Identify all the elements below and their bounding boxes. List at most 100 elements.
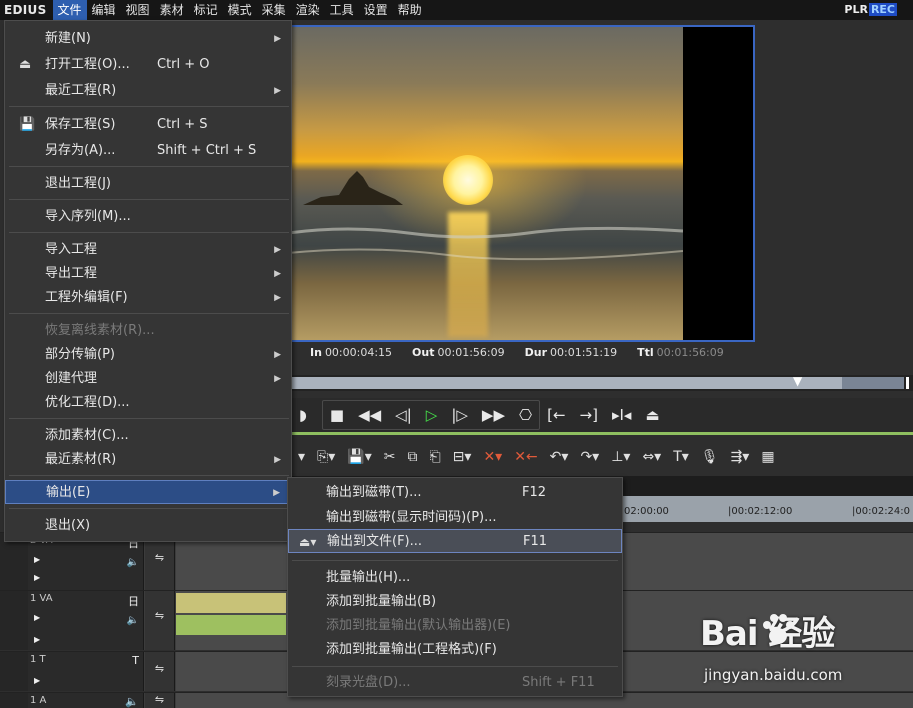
sync-lock-icon[interactable]: ⇋	[145, 693, 175, 708]
menu-item-import-sequence[interactable]: 导入序列(M)...	[5, 205, 291, 229]
track-side	[0, 693, 28, 708]
menu-item-save-as[interactable]: 另存为(A)... Shift + Ctrl + S	[5, 139, 291, 163]
next-edit-icon[interactable]: →]	[573, 400, 605, 430]
menu-edit[interactable]: 编辑	[87, 0, 121, 20]
paste-icon[interactable]: ⎗	[423, 442, 446, 472]
fast-forward-icon[interactable]: ▶▶	[475, 400, 512, 430]
step-back-icon[interactable]: ◁|	[388, 400, 419, 430]
paste-insert-icon[interactable]: ⊟▾	[447, 442, 478, 472]
delete-icon[interactable]: ✕▾	[477, 442, 508, 472]
menu-item-label: 输出到磁带(T)...	[326, 485, 422, 500]
menu-separator	[9, 232, 289, 233]
menu-settings[interactable]: 设置	[359, 0, 393, 20]
menu-mode[interactable]: 模式	[223, 0, 257, 20]
sequence-icon[interactable]: ⇶▾	[725, 442, 756, 472]
menu-item-export-project[interactable]: 导出工程 ▶	[5, 262, 291, 286]
menu-file[interactable]: 文件	[52, 0, 87, 20]
scrub-track-out[interactable]	[842, 377, 904, 389]
menu-item-create-proxy[interactable]: 创建代理 ▶	[5, 367, 291, 391]
title-icon[interactable]: T▾	[667, 442, 695, 472]
play-icon[interactable]: ▷	[419, 400, 445, 430]
submenu-arrow-icon: ▶	[274, 245, 281, 255]
track-header[interactable]: 1 VA 日 🔈 ▶ ▶	[28, 591, 144, 650]
video-mute-icon[interactable]: 日	[128, 593, 139, 609]
track-header[interactable]: 1 A 🔈	[28, 693, 144, 708]
menu-item-label: 添加到批量输出(B)	[326, 594, 437, 609]
title-track-icon[interactable]: T	[132, 654, 139, 667]
out-value: 00:01:56:09	[437, 346, 505, 359]
prev-edit-icon[interactable]: [←	[540, 400, 572, 430]
expand-arrow-icon[interactable]: ▶	[34, 635, 40, 644]
waves	[288, 226, 683, 261]
cut-icon[interactable]: ✂	[378, 442, 402, 472]
menu-item-add-clip[interactable]: 添加素材(C)...	[5, 424, 291, 448]
expand-arrow-icon[interactable]: ▶	[34, 573, 40, 582]
preview-image	[288, 27, 683, 340]
step-forward-icon[interactable]: |▷	[444, 400, 475, 430]
submenu-item-batch-output[interactable]: 批量输出(H)...	[288, 566, 622, 590]
speaker-icon[interactable]: 🔈	[125, 695, 139, 708]
rewind-icon[interactable]: ◀◀	[351, 400, 388, 430]
submenu-item-output-to-tape[interactable]: 输出到磁带(T)... F12	[288, 481, 622, 505]
menu-item-open-project[interactable]: ⏏ 打开工程(O)... Ctrl + O	[5, 53, 291, 77]
plr-rec-toggle[interactable]: PLR REC	[843, 3, 897, 16]
expand-arrow-icon[interactable]: ▶	[34, 555, 40, 564]
open-project-icon[interactable]: ⎘▾	[311, 442, 341, 472]
menu-render[interactable]: 渲染	[291, 0, 325, 20]
undo-icon[interactable]: ↶▾	[544, 442, 575, 472]
menu-item-optimize-project[interactable]: 优化工程(D)...	[5, 391, 291, 415]
menu-item-partial-transfer[interactable]: 部分传输(P) ▶	[5, 343, 291, 367]
insert-icon[interactable]: ▸I◂	[605, 400, 638, 430]
menu-item-exit[interactable]: 退出(X)	[5, 514, 291, 538]
menu-item-save-project[interactable]: 💾 保存工程(S) Ctrl + S	[5, 113, 291, 137]
preview-monitor[interactable]	[286, 25, 755, 342]
menu-marker[interactable]: 标记	[189, 0, 223, 20]
menu-view[interactable]: 视图	[121, 0, 155, 20]
stop-icon[interactable]: ■	[323, 400, 351, 430]
menu-item-label: 导出工程	[45, 266, 98, 281]
microphone-icon[interactable]: 🎙	[695, 442, 725, 472]
playhead-handle-icon[interactable]: ▼	[793, 374, 802, 388]
video-clip[interactable]	[176, 593, 286, 613]
split-icon[interactable]: ⊥▾	[605, 442, 636, 472]
export-icon[interactable]: ⏏	[638, 400, 666, 430]
ripple-delete-icon[interactable]: ✕←	[508, 442, 543, 472]
menu-item-recent-clip[interactable]: 最近素材(R) ▶	[5, 448, 291, 472]
track-header[interactable]: 1 T T ▶	[28, 652, 144, 691]
loop-icon[interactable]: ⎔	[512, 400, 539, 430]
menu-clip[interactable]: 素材	[155, 0, 189, 20]
rec-label[interactable]: REC	[868, 3, 897, 16]
save-icon[interactable]: 💾▾	[341, 442, 377, 472]
redo-icon[interactable]: ↷▾	[574, 442, 605, 472]
audio-clip[interactable]	[176, 615, 286, 635]
scrub-track[interactable]	[292, 377, 842, 389]
speaker-icon[interactable]: 🔈	[127, 615, 139, 626]
sync-lock-icon[interactable]: ⇋	[145, 591, 175, 650]
expand-arrow-icon[interactable]: ▶	[34, 676, 40, 685]
position-scrubber[interactable]: ▼	[292, 374, 913, 391]
menu-tools[interactable]: 工具	[325, 0, 359, 20]
menu-item-new[interactable]: 新建(N) ▶	[5, 27, 291, 51]
menu-item-label: 输出到文件(F)...	[327, 534, 423, 549]
submenu-item-add-to-batch[interactable]: 添加到批量输出(B)	[288, 590, 622, 614]
speaker-icon[interactable]: 🔈	[127, 557, 139, 568]
plr-label[interactable]: PLR	[843, 3, 869, 16]
submenu-item-output-to-tape-timecode[interactable]: 输出到磁带(显示时间码)(P)...	[288, 506, 622, 530]
menu-capture[interactable]: 采集	[257, 0, 291, 20]
grid-icon[interactable]: ▦	[755, 442, 780, 472]
copy-icon[interactable]: ⧉	[401, 442, 423, 472]
menu-item-external-edit[interactable]: 工程外编辑(F) ▶	[5, 286, 291, 310]
menu-item-recent-project[interactable]: 最近工程(R) ▶	[5, 79, 291, 103]
menu-help[interactable]: 帮助	[393, 0, 427, 20]
sync-lock-icon[interactable]: ⇋	[145, 652, 175, 691]
menu-item-import-project[interactable]: 导入工程 ▶	[5, 238, 291, 262]
mark-out-icon[interactable]: ◗	[292, 400, 314, 430]
menu-item-exit-project[interactable]: 退出工程(J)	[5, 172, 291, 196]
submenu-item-output-to-file[interactable]: ⏏▾ 输出到文件(F)... F11	[288, 529, 622, 553]
transition-icon[interactable]: ⇔▾	[636, 442, 667, 472]
submenu-item-add-to-batch-project[interactable]: 添加到批量输出(工程格式)(F)	[288, 638, 622, 662]
dropdown-arrow-icon[interactable]: ▾	[292, 442, 311, 472]
ruler-label-1: 02:00:00	[624, 506, 669, 517]
menu-item-output[interactable]: 输出(E) ▶	[5, 480, 291, 504]
expand-arrow-icon[interactable]: ▶	[34, 613, 40, 622]
